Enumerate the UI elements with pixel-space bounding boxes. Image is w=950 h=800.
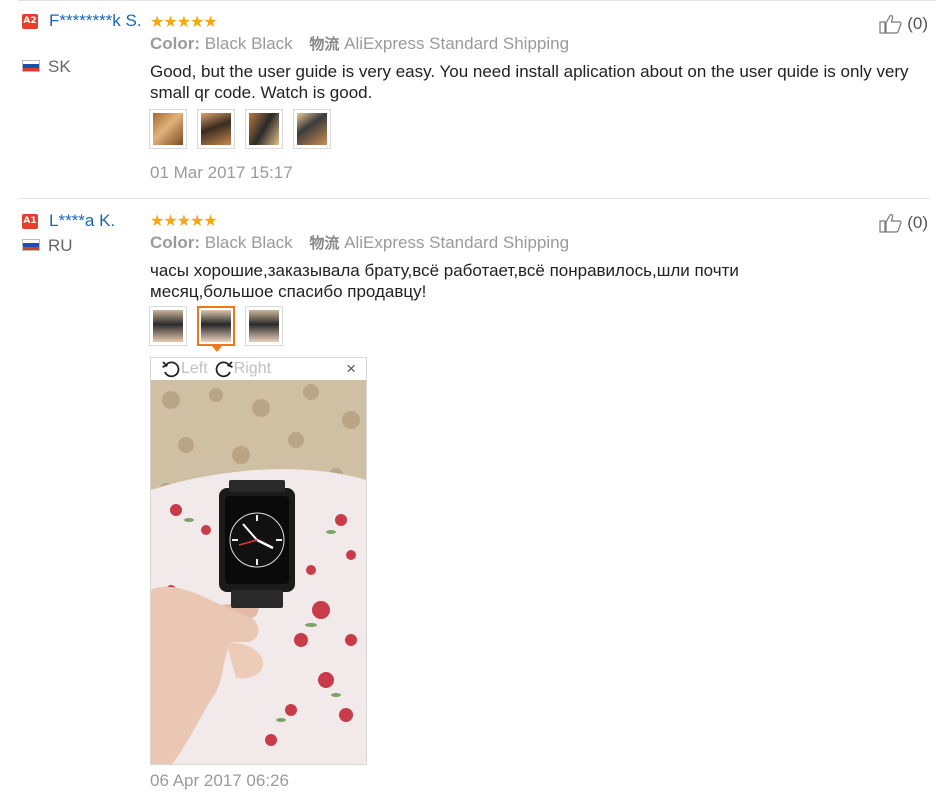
active-thumbnail-caret [212,346,222,352]
close-icon[interactable]: × [346,360,356,378]
flag-slovakia-icon [22,60,40,72]
color-value: Black Black [204,233,293,252]
star-rating: ★★★★★ [150,14,218,31]
helpful-count: (0) [907,14,928,33]
reviewer-name[interactable]: L****a K. [49,211,144,231]
review-date: 06 Apr 2017 06:26 [150,771,289,790]
buyer-level-badge: A2 [22,14,38,29]
rotate-right-button[interactable]: Right [214,359,271,379]
rotate-left-label: Left [181,360,208,377]
flag-russia-icon [22,239,40,251]
color-label: Color: [150,34,201,53]
color-value: Black Black [204,34,293,53]
star-rating: ★★★★★ [150,213,218,230]
thumbs-up-icon [879,214,902,233]
review-photo-thumbnail[interactable] [149,306,187,346]
buyer-level-badge: A1 [22,214,38,229]
thumbs-up-icon [879,15,902,34]
review-divider [18,198,930,199]
reviewer-name[interactable]: F********k S. [49,11,144,31]
watch-on-hand-photo [151,380,366,764]
review-meta: Color: Black Black 物流 AliExpress Standar… [150,232,569,254]
color-label: Color: [150,233,201,252]
review-photo-thumbnail[interactable] [245,109,283,149]
review-photo-thumbnail[interactable] [293,109,331,149]
helpful-count: (0) [907,213,928,232]
reviewer-country: RU [48,236,73,255]
rotate-left-icon [162,361,180,378]
rotate-right-icon [215,361,233,378]
review-photo-thumbnail-active[interactable] [197,306,235,346]
top-divider [18,0,936,1]
shipping-label: 物流 [309,234,340,252]
review-photo-large [151,380,366,764]
review-photo-thumbnail[interactable] [197,109,235,149]
review-photo-thumbnail[interactable] [245,306,283,346]
shipping-value: AliExpress Standard Shipping [344,233,570,252]
rotate-left-button[interactable]: Left [161,359,208,379]
photo-viewer: Left Right × [150,357,367,765]
reviewer-country: SK [48,57,71,76]
rotate-right-label: Right [233,360,272,377]
helpful-button[interactable]: (0) [879,213,928,233]
review-text: Good, but the user guide is very easy. Y… [150,62,909,102]
review-date: 01 Mar 2017 15:17 [150,163,293,182]
review-photo-thumbnail[interactable] [149,109,187,149]
review-meta: Color: Black Black 物流 AliExpress Standar… [150,33,569,55]
helpful-button[interactable]: (0) [879,14,928,34]
shipping-label: 物流 [309,35,340,53]
review-text: часы хорошие,заказывала брату,всё работа… [150,261,739,301]
photo-viewer-toolbar: Left Right × [151,358,366,380]
shipping-value: AliExpress Standard Shipping [344,34,570,53]
